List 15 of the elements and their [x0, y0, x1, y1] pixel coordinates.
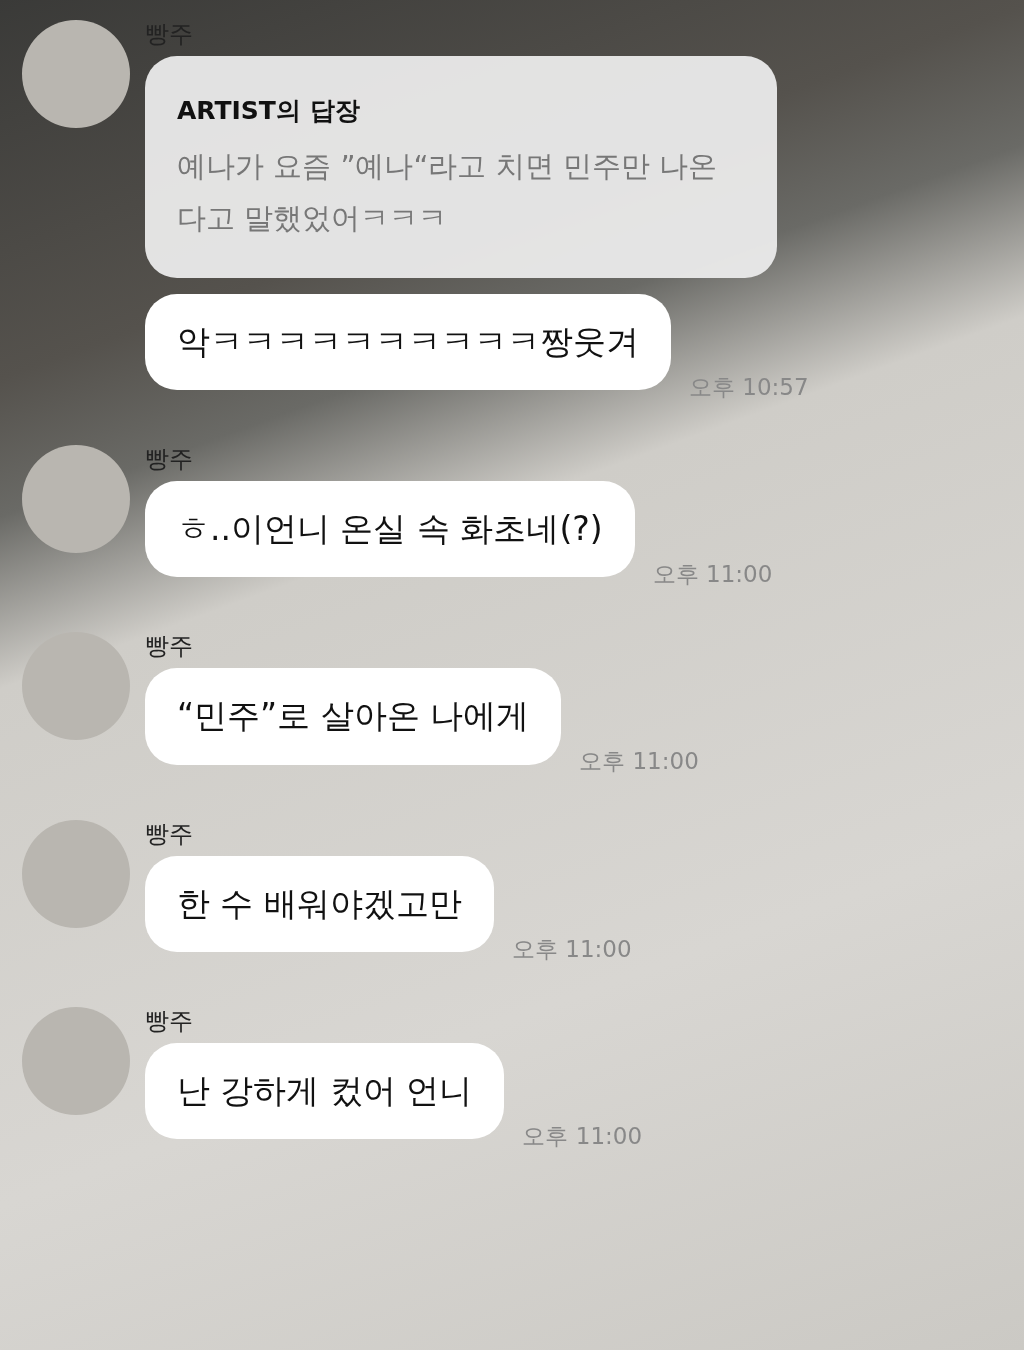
reply-text: 예나가 요즘 ”예나“라고 치면 민주만 나온다고 말했었어ㅋㅋㅋ	[177, 147, 719, 237]
message-text: 한 수 배워야겠고만	[145, 855, 494, 953]
message-text: “민주”로 살아온 나에게	[145, 668, 562, 765]
timestamp: 오후 11:00	[512, 934, 632, 964]
timestamp: 오후 11:00	[652, 559, 773, 589]
sender-name: 빵주	[145, 819, 194, 848]
reply-title: ARTIST의 답장	[177, 95, 361, 127]
sender-name: 빵주	[145, 1007, 194, 1036]
sender-name: 빵주	[145, 445, 194, 474]
timestamp: 오후 11:00	[579, 747, 699, 777]
sender-name: 빵주	[145, 632, 194, 661]
message-text: 악ㅋㅋㅋㅋㅋㅋㅋㅋㅋㅋ짱웃겨	[145, 293, 671, 391]
message-text: 난 강하게 컸어 언니	[145, 1043, 505, 1140]
timestamp: 오후 11:00	[522, 1121, 643, 1151]
message-text: ㅎ..이언니 온실 속 화초네(?)	[145, 481, 635, 578]
